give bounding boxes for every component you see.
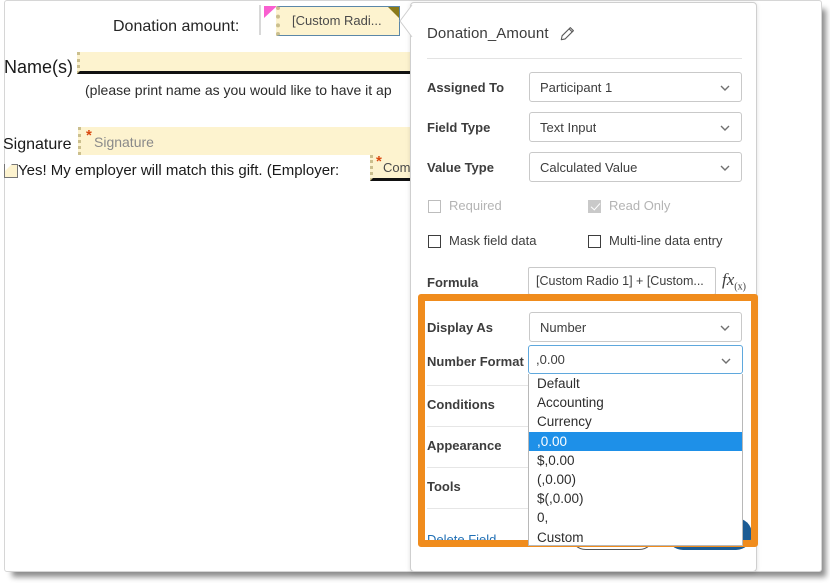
dropdown-option[interactable]: Accounting — [529, 393, 742, 412]
value-type-label: Value Type — [427, 159, 494, 175]
field-type-label: Field Type — [427, 119, 491, 135]
formula-label: Formula — [427, 275, 479, 290]
chevron-down-icon — [721, 358, 731, 364]
panel-header: Donation_Amount — [427, 25, 575, 42]
multiline-entry-label: Multi-line data entry — [609, 233, 723, 248]
dropdown-option[interactable]: Default — [529, 374, 742, 393]
chevron-down-icon — [720, 325, 730, 331]
required-checkbox — [428, 200, 441, 213]
dropdown-option[interactable]: Currency — [529, 412, 742, 431]
names-label: Name(s) — [4, 57, 74, 77]
formula-value: [Custom Radio 1] + [Custom... — [536, 274, 704, 288]
assigned-to-label: Assigned To — [427, 79, 505, 95]
custom-radio-field-label: [Custom Radi... — [292, 13, 382, 28]
form-document-preview: Donation amount: [Custom Radi... Name(s)… — [0, 0, 430, 200]
field-type-select[interactable]: Text Input — [529, 112, 742, 142]
dropdown-option[interactable]: (,0.00) — [529, 470, 742, 489]
value-type-value: Calculated Value — [540, 159, 638, 175]
employer-match-text: Yes! My employer will match this gift. (… — [18, 162, 340, 179]
number-format-value: ,0.00 — [536, 352, 565, 367]
callout-pointer-icon — [399, 4, 413, 38]
conditions-label: Conditions — [427, 397, 495, 412]
value-type-select[interactable]: Calculated Value — [529, 152, 742, 182]
delete-field-link[interactable]: Delete Field — [427, 532, 496, 547]
display-as-label: Display As — [427, 319, 493, 335]
employer-placeholder-text: Com — [383, 160, 411, 175]
display-as-select[interactable]: Number — [529, 312, 742, 342]
panel-title: Donation_Amount — [427, 25, 549, 42]
read-only-label: Read Only — [609, 198, 671, 213]
assigned-to-value: Participant 1 — [540, 79, 613, 95]
field-type-value: Text Input — [540, 119, 597, 135]
donation-amount-label: Donation amount: — [113, 18, 240, 35]
pencil-icon[interactable] — [559, 26, 575, 42]
mask-field-data-label: Mask field data — [449, 233, 537, 248]
fx-glyph: fx — [722, 270, 735, 289]
screenshot-root: Donation amount: [Custom Radi... Name(s)… — [0, 0, 830, 583]
tools-label: Tools — [427, 479, 461, 494]
employer-match-checkbox[interactable] — [4, 164, 18, 178]
display-as-value: Number — [540, 319, 587, 335]
print-name-note: (please print name as you would like to … — [85, 82, 392, 98]
dropdown-option[interactable]: $(,0.00) — [529, 489, 742, 508]
assigned-to-select[interactable]: Participant 1 — [529, 72, 742, 102]
fx-sub-glyph: (x) — [734, 281, 746, 293]
row-assigned-to: Assigned To Participant 1 — [411, 67, 756, 107]
read-only-checkbox — [588, 200, 601, 213]
row-value-type: Value Type Calculated Value — [411, 147, 756, 187]
field-marker-icon — [259, 5, 277, 35]
header-divider — [427, 58, 742, 59]
dropdown-option[interactable]: $,0.00 — [529, 451, 742, 470]
dropdown-option[interactable]: ,0.00 — [529, 431, 742, 451]
chevron-down-icon — [720, 125, 730, 131]
number-format-dropdown-list[interactable]: Default Accounting Currency ,0.00 $,0.00 (,0.… — [528, 374, 743, 546]
dropdown-option[interactable]: Custom — [529, 528, 742, 546]
field-corner-icon — [388, 7, 399, 18]
names-input-field[interactable] — [77, 52, 429, 74]
employer-required-asterisk: * — [376, 153, 382, 170]
dropdown-option[interactable]: 0, — [529, 508, 742, 527]
mask-field-data-checkbox[interactable] — [428, 235, 441, 248]
signature-required-asterisk: * — [86, 127, 92, 144]
required-label: Required — [449, 198, 502, 213]
fx-icon[interactable]: fx(x) — [722, 270, 746, 292]
row-display-as: Display As Number — [411, 307, 756, 347]
appearance-label: Appearance — [427, 438, 502, 453]
chevron-down-icon — [720, 85, 730, 91]
number-format-label: Number Format — [427, 354, 524, 369]
row-field-type: Field Type Text Input — [411, 107, 756, 147]
chevron-down-icon — [720, 165, 730, 171]
signature-label: Signature — [3, 136, 72, 153]
multiline-entry-checkbox[interactable] — [588, 235, 601, 248]
signature-placeholder-text: Signature — [94, 134, 154, 150]
